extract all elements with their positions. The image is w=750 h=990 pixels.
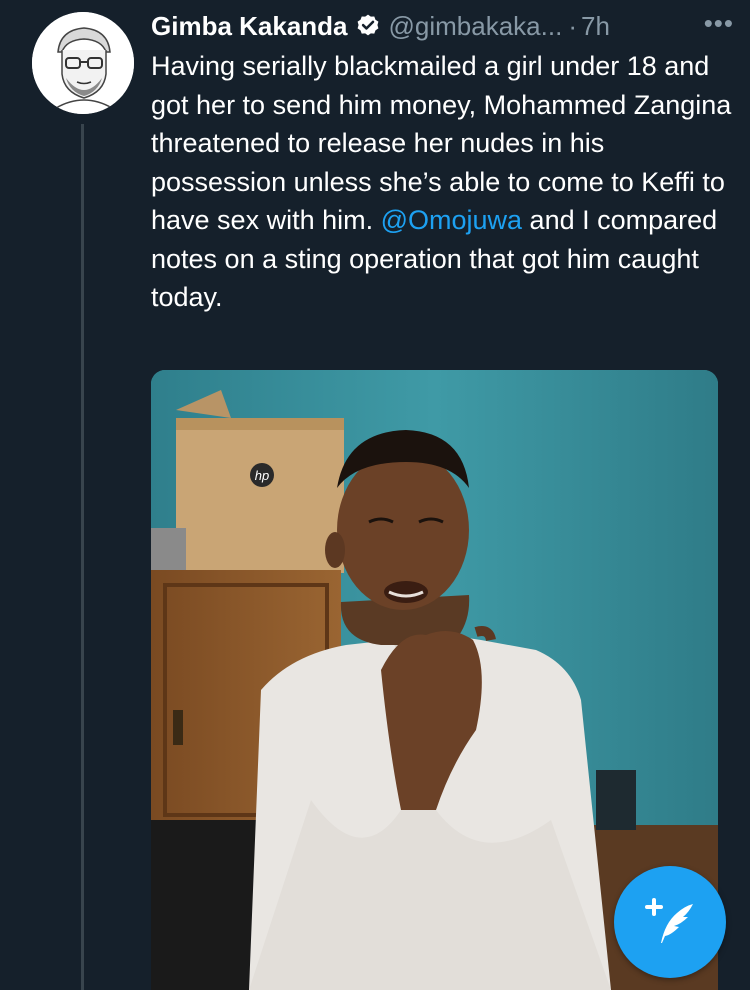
tweet-timestamp[interactable]: 7h	[581, 11, 610, 42]
avatar-illustration	[32, 12, 134, 114]
box-logo: hp	[255, 468, 269, 483]
tweet-header: Gimba Kakanda @gimbakaka... · 7h •••	[151, 8, 740, 44]
separator-dot: ·	[568, 10, 577, 41]
compose-tweet-icon	[645, 898, 693, 943]
tweet-text: Having serially blackmailed a girl under…	[151, 47, 736, 317]
author-name[interactable]: Gimba Kakanda	[151, 11, 348, 42]
compose-tweet-button[interactable]	[614, 866, 726, 978]
mention-link[interactable]: @Omojuwa	[381, 205, 522, 235]
more-options-icon[interactable]: •••	[704, 8, 734, 39]
author-handle[interactable]: @gimbakaka...	[389, 11, 563, 42]
thread-line	[81, 124, 84, 990]
author-avatar[interactable]	[32, 12, 134, 114]
verified-badge-icon	[357, 14, 378, 36]
